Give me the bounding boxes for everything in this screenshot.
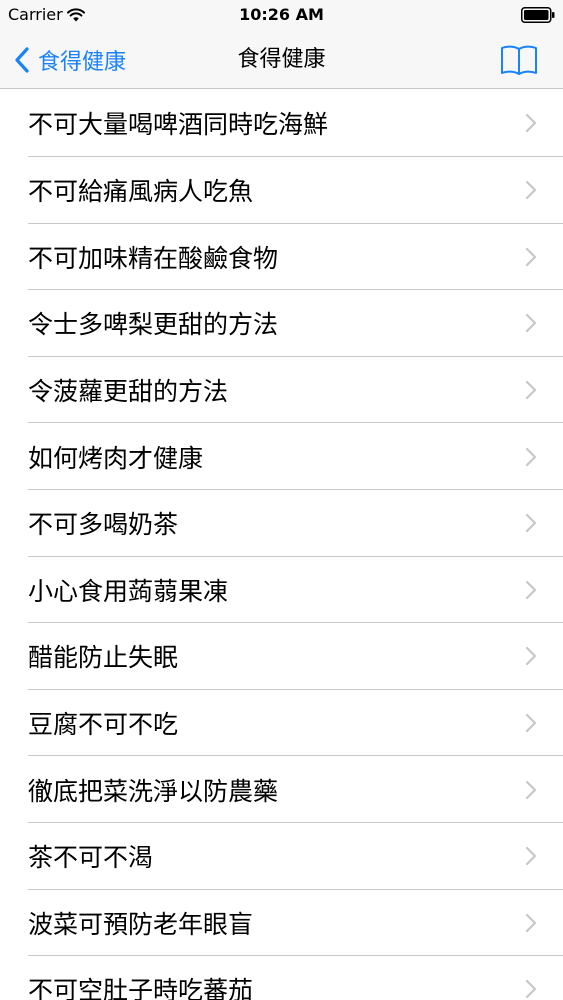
list-item-label: 豆腐不可不吃 [28, 710, 179, 740]
list-item[interactable]: 如何烤肉才健康 [0, 423, 563, 490]
list-item-label: 如何烤肉才健康 [28, 443, 204, 473]
article-list: 不可大量喝啤酒同時吃海鮮 不可給痛風病人吃魚 不可加味精在酸鹼食物 令士多啤梨更甜的方… [0, 89, 563, 1000]
chevron-right-icon [525, 980, 537, 999]
back-button[interactable]: 食得健康 [14, 40, 126, 80]
list-item[interactable]: 不可給痛風病人吃魚 [0, 157, 563, 224]
list-item[interactable]: 不可大量喝啤酒同時吃海鮮 [0, 89, 563, 157]
list-item[interactable]: 徹底把菜洗淨以防農藥 [0, 756, 563, 823]
list-item[interactable]: 波菜可預防老年眼盲 [0, 890, 563, 957]
chevron-right-icon [525, 713, 537, 733]
chevron-right-icon [525, 647, 537, 666]
chevron-right-icon [525, 580, 537, 599]
list-item[interactable]: 令士多啤梨更甜的方法 [0, 290, 563, 357]
chevron-left-icon [15, 47, 29, 73]
list-item-label: 醋能防止失眠 [28, 643, 179, 673]
list-item-label: 不可大量喝啤酒同時吃海鮮 [28, 110, 329, 139]
list-item-label: 波菜可預防老年眼盲 [28, 909, 254, 939]
list-item-label: 不可空肚子時吃蕃茄 [28, 976, 254, 1000]
list-item-label: 不可多喝奶茶 [28, 510, 179, 540]
list-item-label: 茶不可不渴 [28, 843, 154, 873]
list-item[interactable]: 不可多喝奶茶 [0, 490, 563, 557]
list-item[interactable]: 不可空肚子時吃蕃茄 [0, 956, 563, 1000]
chevron-right-icon [525, 314, 537, 333]
chevron-right-icon [525, 380, 537, 400]
list-item-label: 令菠蘿更甜的方法 [28, 377, 229, 407]
chevron-right-icon [525, 247, 537, 266]
list-item-label: 不可給痛風病人吃魚 [28, 177, 254, 207]
list-item[interactable]: 不可加味精在酸鹼食物 [0, 224, 563, 291]
list-item[interactable]: 豆腐不可不吃 [0, 690, 563, 757]
back-button-label: 食得健康 [38, 50, 127, 75]
chevron-right-icon [525, 447, 537, 466]
battery-icon [521, 7, 555, 23]
bookmarks-button[interactable] [499, 40, 539, 80]
list-item[interactable]: 茶不可不渴 [0, 823, 563, 890]
chevron-right-icon [525, 514, 537, 533]
list-item-label: 不可加味精在酸鹼食物 [28, 243, 279, 273]
list-item-label: 小心食用蒟蒻果凍 [28, 576, 229, 606]
list-item-label: 徹底把菜洗淨以防農藥 [28, 776, 279, 806]
list-item[interactable]: 醋能防止失眠 [0, 623, 563, 690]
chevron-right-icon [525, 181, 537, 200]
navigation-bar: 食得健康 食得健康 [0, 32, 563, 89]
chevron-right-icon [525, 847, 537, 866]
chevron-right-icon [525, 913, 537, 932]
status-time: 10:26 AM [239, 5, 324, 24]
list-item[interactable]: 令菠蘿更甜的方法 [0, 357, 563, 424]
book-icon [501, 45, 537, 75]
list-item-label: 令士多啤梨更甜的方法 [28, 310, 279, 340]
chevron-right-icon [525, 780, 537, 799]
list-item[interactable]: 小心食用蒟蒻果凍 [0, 557, 563, 624]
status-bar: Carrier 10:26 AM [0, 0, 563, 32]
chevron-right-icon [525, 113, 537, 133]
